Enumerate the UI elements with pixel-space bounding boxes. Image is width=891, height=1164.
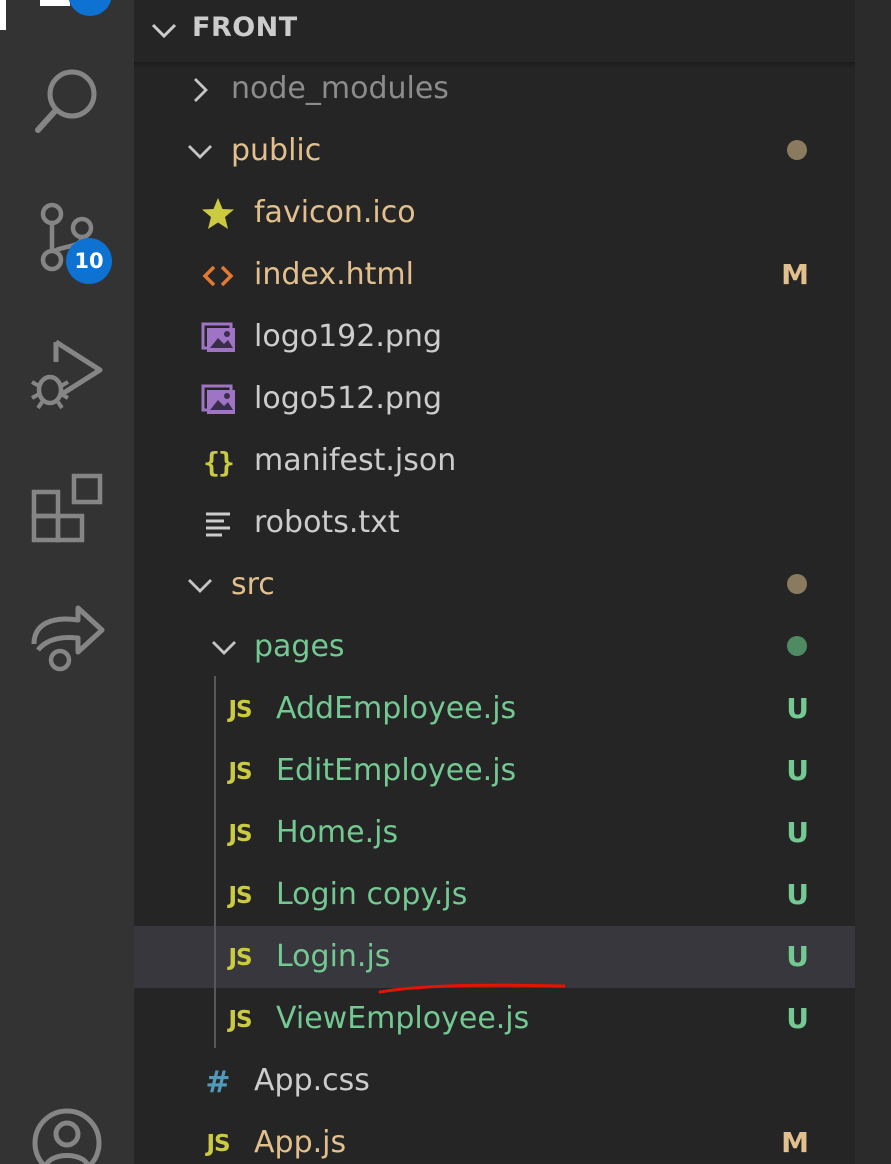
folder-name: public <box>231 133 322 168</box>
file-name: Login copy.js <box>276 877 468 912</box>
chevron-down-icon <box>151 23 177 39</box>
tree-folder-row[interactable]: public <box>134 120 855 182</box>
tree-folder-row[interactable]: src <box>134 554 855 616</box>
tree-file-row[interactable]: JS App.js M <box>134 1112 855 1164</box>
git-status-badge: U <box>786 1002 809 1035</box>
chevron-right-icon[interactable] <box>186 76 214 104</box>
tree-file-row[interactable]: JS Login copy.js U <box>134 864 855 926</box>
file-name: manifest.json <box>254 443 457 478</box>
file-name: Home.js <box>276 815 399 850</box>
tree-file-row[interactable]: JS ViewEmployee.js U <box>134 988 855 1050</box>
js-icon: JS <box>228 759 252 785</box>
folder-name: src <box>231 567 275 602</box>
account-icon[interactable] <box>22 1098 112 1164</box>
file-name: favicon.ico <box>254 195 416 230</box>
js-icon: JS <box>206 1131 230 1157</box>
tree-file-row[interactable]: JS EditEmployee.js U <box>134 740 855 802</box>
tree-file-row[interactable]: {} manifest.json <box>134 430 855 492</box>
chevron-down-icon[interactable] <box>186 572 214 600</box>
chevron-down-icon[interactable] <box>186 138 214 166</box>
file-name: AddEmployee.js <box>276 691 517 726</box>
git-status-badge: U <box>786 878 809 911</box>
file-name: index.html <box>254 257 414 292</box>
explorer-badge <box>68 0 112 16</box>
tree-file-row[interactable]: logo512.png <box>134 368 855 430</box>
tree-folder-row[interactable]: pages <box>134 616 855 678</box>
file-name: App.js <box>254 1125 347 1160</box>
search-icon[interactable] <box>22 58 112 148</box>
indent-guide <box>214 676 216 1048</box>
html-icon <box>200 258 236 294</box>
git-status-badge: U <box>786 692 809 725</box>
explorer-section-header[interactable]: FRONT <box>134 0 855 62</box>
file-name: App.css <box>254 1063 370 1098</box>
git-status-badge: M <box>781 258 809 291</box>
json-icon: {} <box>203 445 235 479</box>
js-icon: JS <box>228 697 252 723</box>
image-icon <box>200 320 236 356</box>
file-name: ViewEmployee.js <box>276 1001 530 1036</box>
folder-name: pages <box>254 629 345 664</box>
git-change-dot <box>787 574 807 594</box>
git-status-badge: U <box>786 816 809 849</box>
tree-file-row[interactable]: JS AddEmployee.js U <box>134 678 855 740</box>
git-change-dot <box>787 636 807 656</box>
tree-file-row[interactable]: index.html M <box>134 244 855 306</box>
extensions-icon[interactable] <box>22 466 112 556</box>
tree-file-row[interactable]: favicon.ico <box>134 182 855 244</box>
tree-file-row[interactable]: logo192.png <box>134 306 855 368</box>
editor-gutter <box>855 0 891 1164</box>
image-icon <box>200 382 236 418</box>
folder-name: node_modules <box>231 71 449 106</box>
source-control-badge: 10 <box>66 238 112 284</box>
js-icon: JS <box>228 821 252 847</box>
explorer-panel: FRONT node_modulespublic favicon.ico index… <box>134 0 855 1164</box>
file-name: EditEmployee.js <box>276 753 517 788</box>
tree-file-row[interactable]: robots.txt <box>134 492 855 554</box>
chevron-down-icon[interactable] <box>210 634 238 662</box>
activity-bar: 10 <box>0 0 134 1164</box>
file-name: logo512.png <box>254 381 442 416</box>
tree-folder-row[interactable]: node_modules <box>134 58 855 120</box>
js-icon: JS <box>228 883 252 909</box>
tree-file-row[interactable]: # App.css <box>134 1050 855 1112</box>
js-icon: JS <box>228 945 252 971</box>
git-status-badge: U <box>786 754 809 787</box>
star-icon <box>200 196 236 232</box>
git-status-badge: U <box>786 940 809 973</box>
file-name: robots.txt <box>254 505 400 540</box>
css-icon: # <box>205 1064 231 1100</box>
tree-file-row[interactable]: JS Home.js U <box>134 802 855 864</box>
explorer-active-indicator <box>0 0 6 30</box>
git-status-badge: M <box>781 1126 809 1159</box>
file-name: logo192.png <box>254 319 442 354</box>
vscode-window: 10 FRONT node_modules public favicon.ico… <box>0 0 891 1164</box>
file-name: Login.js <box>276 939 391 974</box>
run-debug-icon[interactable] <box>22 332 112 422</box>
tree-file-row[interactable]: JS Login.js U <box>134 926 855 988</box>
section-title: FRONT <box>192 12 298 43</box>
explorer-icon[interactable] <box>40 0 70 6</box>
text-file-icon <box>200 506 236 542</box>
live-share-icon[interactable] <box>22 598 112 688</box>
git-change-dot <box>787 140 807 160</box>
js-icon: JS <box>228 1007 252 1033</box>
